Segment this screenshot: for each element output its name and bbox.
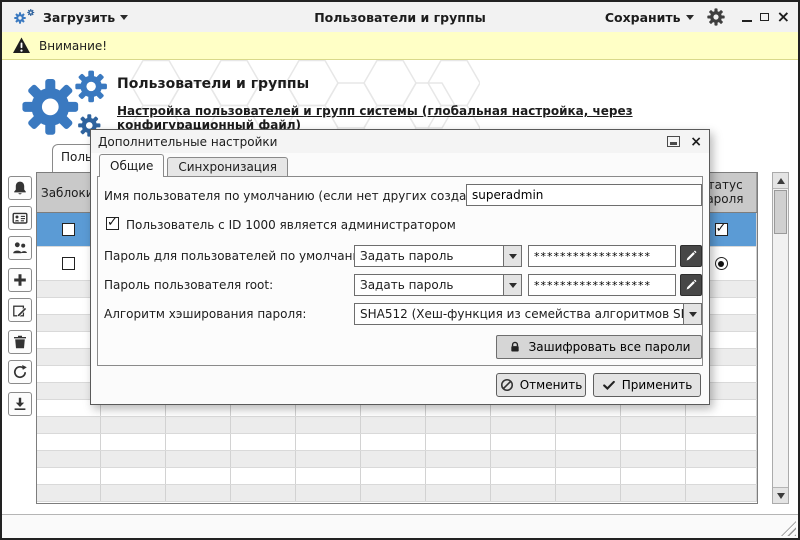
advanced-settings-dialog: Дополнительные настройки Общие Синхрониз… [90, 129, 710, 405]
groups-icon [12, 240, 28, 256]
default-username-label: Имя пользователя по умолчанию (если нет … [104, 188, 507, 204]
table-row [37, 417, 757, 434]
main-content: Пользователи и группы Настройка пользова… [2, 60, 798, 514]
dialog-tab-panel: Имя пользователя по умолчанию (если нет … [97, 176, 703, 366]
close-button[interactable] [777, 11, 790, 23]
titlebar-right: Сохранить [605, 8, 798, 26]
delete-icon [12, 334, 28, 350]
default-password-edit-button[interactable] [680, 245, 702, 267]
page-subtitle: Настройка пользователей и групп системы … [117, 104, 767, 132]
delete-button[interactable] [8, 330, 32, 354]
default-password-input[interactable] [528, 245, 676, 267]
default-username-input[interactable] [466, 184, 702, 206]
user-card-icon [12, 210, 28, 226]
dialog-tab-sync[interactable]: Синхронизация [167, 157, 288, 177]
apply-label: Применить [622, 378, 693, 392]
table-row [37, 451, 757, 468]
default-password-mode-value: Задать пароль [355, 246, 503, 266]
add-button[interactable] [8, 268, 32, 292]
blocked-checkbox[interactable] [62, 223, 75, 236]
admin-id-label: Пользователь с ID 1000 является админист… [126, 217, 456, 233]
password-status-radio[interactable] [715, 257, 728, 270]
caret-down-icon [509, 254, 517, 259]
dialog-tabs: Общие Синхронизация [99, 154, 291, 177]
apply-icon [602, 378, 616, 392]
table-row [37, 468, 757, 485]
cancel-label: Отменить [520, 378, 583, 392]
pencil-icon [684, 278, 698, 292]
load-menu-button[interactable]: Загрузить [43, 10, 128, 25]
caret-down-icon [689, 312, 697, 317]
add-icon [12, 272, 28, 288]
page-title: Пользователи и группы [117, 76, 309, 92]
save-menu-label: Сохранить [605, 10, 681, 25]
dialog-title: Дополнительные настройки [98, 135, 277, 149]
dialog-minimize-button[interactable] [667, 136, 680, 147]
app-window: Загрузить Пользователи и группы Сохранит… [0, 0, 800, 540]
password-status-checkbox[interactable] [715, 223, 728, 236]
default-password-label: Пароль для пользователей по умолчанию: [104, 248, 374, 264]
load-menu-label: Загрузить [43, 10, 115, 25]
minimize-button[interactable] [742, 12, 752, 22]
root-password-edit-button[interactable] [680, 274, 702, 296]
admin-id-checkbox[interactable] [106, 217, 119, 230]
export-icon [12, 396, 28, 412]
app-titlebar: Загрузить Пользователи и группы Сохранит… [2, 2, 798, 33]
default-password-mode-select[interactable]: Задать пароль [354, 245, 522, 267]
root-password-mode-select[interactable]: Задать пароль [354, 274, 522, 296]
refresh-icon [12, 364, 28, 380]
refresh-button[interactable] [8, 360, 32, 384]
titlebar-left: Загрузить [2, 6, 128, 28]
save-menu-button[interactable]: Сохранить [605, 10, 694, 25]
status-bar [2, 514, 798, 538]
dropdown-button[interactable] [503, 275, 521, 295]
lock-icon [508, 340, 522, 354]
caret-down-icon [686, 15, 694, 20]
dialog-close-button[interactable] [690, 136, 702, 148]
table-row [37, 485, 757, 502]
warning-icon [12, 37, 31, 54]
root-password-input[interactable] [528, 274, 676, 296]
edit-button[interactable] [8, 298, 32, 322]
export-button[interactable] [8, 392, 32, 416]
groups-button[interactable] [8, 236, 32, 260]
resize-grip[interactable] [781, 521, 796, 536]
maximize-button[interactable] [760, 13, 769, 21]
app-icon [10, 6, 36, 28]
blocked-checkbox[interactable] [62, 257, 75, 270]
triangle-up-icon [777, 178, 785, 184]
notifications-button[interactable] [8, 176, 32, 200]
edit-icon [12, 302, 28, 318]
pencil-icon [684, 249, 698, 263]
user-card-button[interactable] [8, 206, 32, 230]
cancel-button[interactable]: Отменить [496, 373, 586, 397]
scroll-down-button[interactable] [773, 487, 788, 503]
scroll-up-button[interactable] [773, 173, 788, 189]
scrollbar-thumb[interactable] [774, 190, 787, 234]
dropdown-button[interactable] [503, 246, 521, 266]
notifications-icon [12, 180, 28, 196]
root-password-mode-value: Задать пароль [355, 275, 503, 295]
caret-down-icon [120, 15, 128, 20]
hash-algorithm-value: SHA512 (Хеш-функция из семейства алгорит… [355, 304, 683, 324]
apply-button[interactable]: Применить [593, 373, 701, 397]
encrypt-all-label: Зашифровать все пароли [529, 340, 691, 354]
root-password-label: Пароль пользователя root: [104, 277, 273, 293]
encrypt-all-button[interactable]: Зашифровать все пароли [496, 335, 702, 359]
caret-down-icon [509, 283, 517, 288]
warning-banner: Внимание! [2, 32, 798, 60]
dialog-titlebar[interactable]: Дополнительные настройки [91, 130, 709, 153]
warning-text: Внимание! [39, 39, 107, 53]
dialog-tab-general[interactable]: Общие [99, 154, 164, 177]
dropdown-button[interactable] [683, 304, 701, 324]
hash-algorithm-select[interactable]: SHA512 (Хеш-функция из семейства алгорит… [354, 303, 702, 325]
triangle-down-icon [777, 493, 785, 499]
settings-gear-icon[interactable] [707, 8, 725, 26]
cancel-icon [500, 378, 514, 392]
window-controls [742, 11, 790, 23]
vertical-scrollbar[interactable] [772, 172, 789, 504]
table-row [37, 434, 757, 451]
hash-algorithm-label: Алгоритм хэширования пароля: [104, 306, 306, 322]
